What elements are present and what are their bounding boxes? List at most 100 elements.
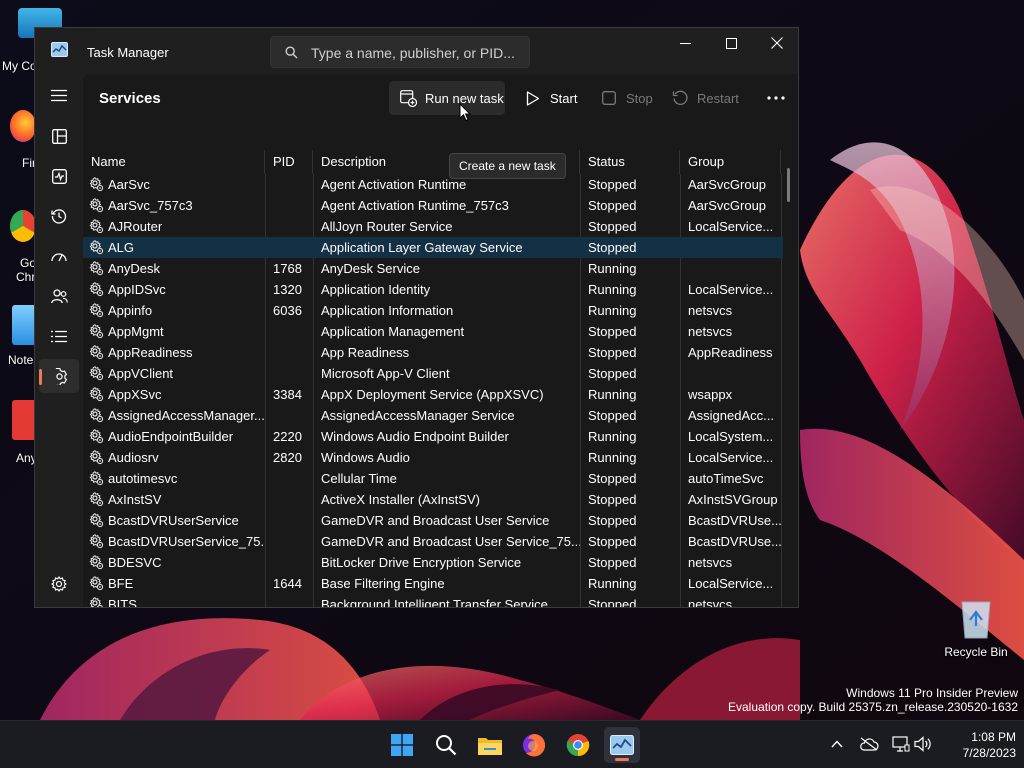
nav-item-performance[interactable]: [39, 159, 79, 193]
cell-pid: 2820: [273, 450, 302, 465]
search-icon: [285, 46, 298, 59]
service-gear-icon: [89, 429, 104, 444]
search-box[interactable]: [270, 36, 530, 68]
table-row[interactable]: Appinfo 6036 Application Information Runnin…: [83, 300, 783, 321]
table-row[interactable]: AJRouter AllJoyn Router Service Stopped Loc…: [83, 216, 783, 237]
recycle-bin-icon: [961, 601, 991, 639]
service-gear-icon: [89, 492, 104, 507]
taskbar-task-manager[interactable]: [604, 727, 640, 763]
cell-status: Stopped: [588, 513, 637, 528]
table-row[interactable]: AxInstSV ActiveX Installer (AxInstSV) Stop…: [83, 489, 783, 510]
column-header-pid[interactable]: PID: [265, 150, 313, 174]
cell-name: AppXSvc: [83, 384, 265, 405]
search-input[interactable]: [311, 41, 521, 65]
maximize-button[interactable]: [708, 28, 754, 58]
service-gear-icon: [89, 576, 104, 591]
desktop-icon-recycle-bin[interactable]: Recycle Bin: [944, 596, 1008, 659]
nav-item-details[interactable]: [39, 319, 79, 353]
cell-group: LocalService...: [688, 282, 774, 297]
service-gear-icon: [89, 240, 104, 255]
file-explorer-icon: [478, 738, 502, 755]
cell-status: Stopped: [588, 240, 637, 255]
table-row[interactable]: AarSvc Agent Activation Runtime Stopped Aar…: [83, 174, 783, 195]
restart-label: Restart: [697, 90, 739, 106]
notepad-icon: [12, 305, 36, 345]
cell-group: LocalSystem...: [688, 429, 774, 444]
cell-pid: [265, 489, 313, 510]
column-header-name-label: Name: [91, 154, 126, 169]
cell-group: BcastDVRUse...: [688, 534, 781, 549]
column-header-name[interactable]: Name: [83, 150, 265, 174]
service-name: AarSvc: [108, 177, 150, 192]
anydesk-icon: [12, 400, 36, 440]
start-service-button[interactable]: Start: [514, 81, 584, 115]
cell-description: Application Information: [321, 303, 454, 318]
table-row[interactable]: BITS Background Intelligent Transfer Serv…: [83, 594, 783, 607]
close-button[interactable]: [754, 28, 798, 58]
column-header-group[interactable]: Group: [680, 150, 781, 174]
service-name: AppIDSvc: [108, 282, 166, 297]
nav-item-settings[interactable]: [39, 567, 79, 601]
taskbar-file-explorer[interactable]: [472, 727, 508, 763]
table-row[interactable]: Audiosrv 2820 Windows Audio Running LocalSer…: [83, 447, 783, 468]
cell-name: autotimesvc: [83, 468, 265, 489]
table-row[interactable]: BcastDVRUserService GameDVR and Broadcast…: [83, 510, 783, 531]
nav-item-users[interactable]: [39, 279, 79, 313]
scrollbar-thumb[interactable]: [787, 168, 790, 202]
minimize-button[interactable]: [662, 28, 708, 58]
restart-service-button[interactable]: Restart: [661, 81, 749, 115]
cell-status: Stopped: [588, 408, 637, 423]
table-row[interactable]: AudioEndpointBuilder 2220 Windows Audio En…: [83, 426, 783, 447]
title-bar[interactable]: Task Manager: [35, 28, 798, 74]
table-row[interactable]: AppReadiness App Readiness Stopped AppReadi…: [83, 342, 783, 363]
more-dots-icon: [767, 96, 785, 100]
service-gear-icon: [89, 555, 104, 570]
cell-pid: [265, 174, 313, 195]
run-new-task-icon: [399, 89, 417, 107]
network-tray-button[interactable]: [890, 733, 912, 755]
table-row[interactable]: BDESVC BitLocker Drive Encryption Service…: [83, 552, 783, 573]
nav-item-app-history[interactable]: [39, 199, 79, 233]
onedrive-tray-button[interactable]: [858, 733, 880, 755]
network-icon: [892, 736, 910, 752]
taskbar-search-button[interactable]: [428, 727, 464, 763]
table-row[interactable]: AppXSvc 3384 AppX Deployment Service (AppX…: [83, 384, 783, 405]
column-header-status[interactable]: Status: [580, 150, 680, 174]
service-name: AppVClient: [108, 366, 174, 381]
cell-status: Stopped: [588, 345, 637, 360]
show-hidden-icons-button[interactable]: [826, 733, 848, 755]
table-row-selected[interactable]: ALG Application Layer Gateway Service Stop…: [83, 237, 783, 258]
more-options-button[interactable]: [759, 81, 793, 115]
table-row[interactable]: AssignedAccessManager... AssignedAccessMa…: [83, 405, 783, 426]
table-row[interactable]: BFE 1644 Base Filtering Engine Running Local…: [83, 573, 783, 594]
cell-name: AppReadiness: [83, 342, 265, 363]
stop-icon: [602, 91, 616, 105]
stop-service-button[interactable]: Stop: [590, 81, 656, 115]
cell-pid: [265, 342, 313, 363]
table-row[interactable]: AppMgmt Application Management Stopped nets…: [83, 321, 783, 342]
table-row[interactable]: AppIDSvc 1320 Application Identity Running L…: [83, 279, 783, 300]
nav-item-services[interactable]: [39, 359, 79, 393]
volume-tray-button[interactable]: [912, 733, 934, 755]
taskbar-clock[interactable]: 1:08 PM 7/28/2023: [963, 729, 1016, 761]
nav-item-processes[interactable]: [39, 119, 79, 153]
table-row[interactable]: AnyDesk 1768 AnyDesk Service Running: [83, 258, 783, 279]
taskbar-chrome[interactable]: [560, 727, 596, 763]
table-row[interactable]: AarSvc_757c3 Agent Activation Runtime_757…: [83, 195, 783, 216]
cell-description: Windows Audio Endpoint Builder: [321, 429, 509, 444]
table-row[interactable]: autotimesvc Cellular Time Stopped autoTimeS…: [83, 468, 783, 489]
vertical-scrollbar[interactable]: [787, 164, 791, 604]
table-row[interactable]: AppVClient Microsoft App-V Client Stopped: [83, 363, 783, 384]
service-gear-icon: [89, 198, 104, 213]
taskbar-active-indicator: [615, 758, 629, 761]
cell-group: [680, 363, 781, 384]
nav-menu-button[interactable]: [39, 78, 79, 112]
cell-group: wsappx: [688, 387, 733, 402]
taskbar-start-button[interactable]: [384, 727, 420, 763]
table-row[interactable]: BcastDVRUserService_75... GameDVR and Bro…: [83, 531, 783, 552]
service-gear-icon: [89, 471, 104, 486]
service-gear-icon: [89, 387, 104, 402]
run-new-task-button[interactable]: Run new task: [389, 81, 505, 115]
taskbar-firefox[interactable]: [516, 727, 552, 763]
nav-item-startup-apps[interactable]: [39, 239, 79, 273]
